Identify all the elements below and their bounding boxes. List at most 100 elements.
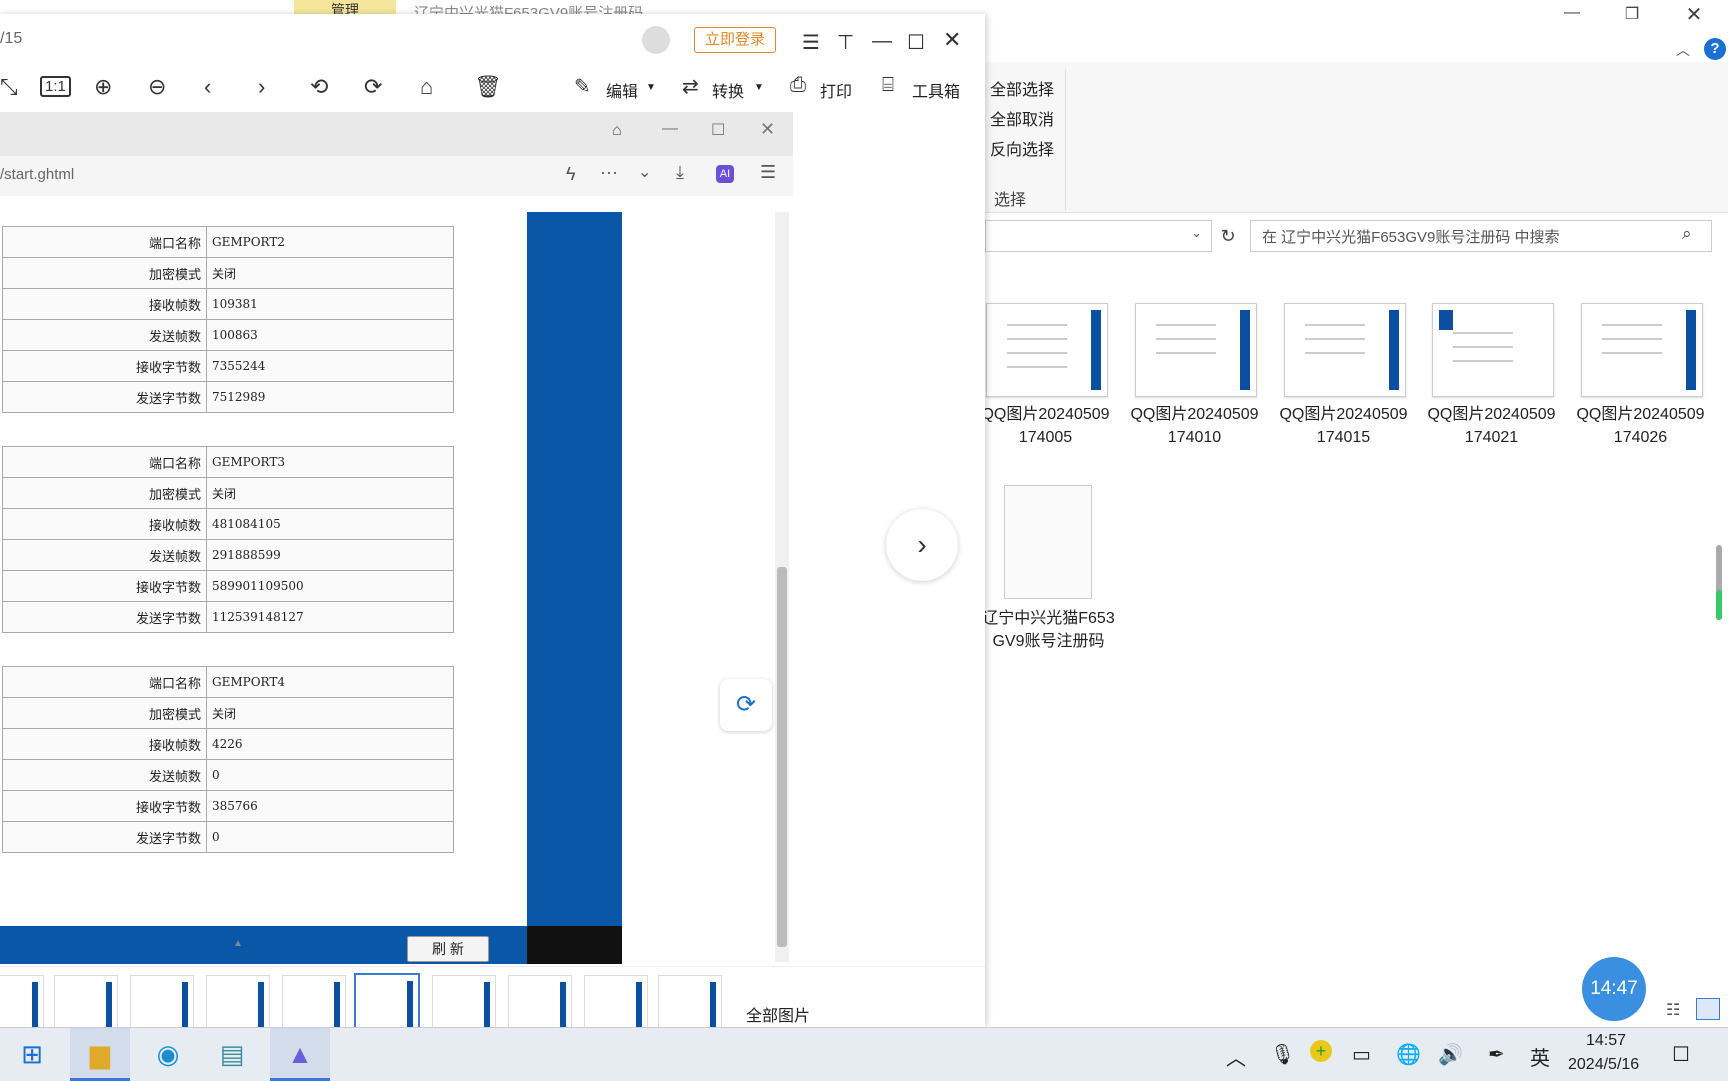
displayed-image: ⌂ — ☐ ✕ /start.ghtml ϟ ··· ⌄ ⤓ AI ☰ 端口名称…	[0, 112, 793, 964]
file-item[interactable]: QQ图片20240509174015	[1279, 303, 1419, 446]
zoom-out-icon[interactable]: ⊖	[148, 74, 166, 100]
minimize-icon[interactable]: —	[1552, 4, 1592, 22]
film-thumbnail[interactable]	[584, 975, 648, 1035]
browser-scroll-thumb	[777, 567, 787, 947]
microphone-icon[interactable]: 🎙	[1270, 1042, 1295, 1067]
file-name: QQ图片20240509174010	[1130, 406, 1259, 446]
menu-icon[interactable]: ☰	[802, 30, 820, 55]
film-thumbnail[interactable]	[54, 975, 118, 1035]
convert-icon: ⇄	[682, 76, 699, 98]
actual-size-icon[interactable]: 1:1	[40, 76, 71, 97]
print-icon: ⎙	[790, 74, 806, 96]
search-icon: ⌕	[1682, 224, 1692, 243]
file-explorer-icon[interactable]: ▆	[70, 1028, 130, 1081]
select-none-button[interactable]: 全部取消	[990, 106, 1054, 130]
help-icon[interactable]: ?	[1704, 38, 1726, 60]
download-icon: ⤓	[676, 162, 684, 182]
notification-icon[interactable]: ☐	[1672, 1042, 1690, 1067]
collapse-ribbon-icon[interactable]: ︿	[1676, 40, 1690, 60]
browser-url: /start.ghtml	[0, 166, 75, 183]
address-bar[interactable]: ⌄	[985, 220, 1212, 252]
plus-icon[interactable]: +	[1310, 1040, 1332, 1062]
ribbon-group-label: 选择	[994, 192, 1027, 209]
film-thumbnail[interactable]	[130, 975, 194, 1035]
file-item[interactable]: QQ图片20240509174005	[981, 303, 1121, 446]
lightning-icon: ϟ	[566, 164, 576, 184]
film-thumbnail[interactable]	[206, 975, 270, 1035]
search-input[interactable]: 在 辽宁中兴光猫F653GV9账号注册码 中搜索	[1262, 226, 1560, 247]
file-item[interactable]: 辽宁中兴光猫F653GV9账号注册码	[982, 485, 1121, 650]
minimize-icon[interactable]: —	[872, 30, 892, 53]
rotate-right-icon[interactable]: ⟳	[364, 74, 382, 100]
login-button[interactable]: 立即登录	[694, 27, 776, 53]
file-name: QQ图片20240509174005	[981, 406, 1110, 446]
print-button[interactable]: 打印	[820, 78, 852, 102]
close-icon[interactable]: ✕	[1674, 2, 1714, 27]
film-thumbnail[interactable]	[0, 975, 44, 1035]
chevron-down-icon[interactable]: ▼	[646, 82, 656, 93]
next-icon[interactable]: ›	[258, 74, 265, 100]
file-name: QQ图片20240509174015	[1279, 406, 1408, 446]
volume-icon[interactable]: 🔊	[1438, 1042, 1463, 1067]
image-thumbnail	[1284, 303, 1406, 397]
chevron-down-icon[interactable]: ▼	[754, 82, 764, 93]
file-item[interactable]: QQ图片20240509174010	[1130, 303, 1270, 446]
document-icon	[1004, 485, 1092, 599]
more-icon: ···	[600, 162, 618, 182]
maximize-icon[interactable]: ☐	[907, 30, 925, 55]
edge-icon[interactable]: ◉	[138, 1028, 198, 1081]
refresh-icon[interactable]: ↻	[1214, 222, 1242, 250]
file-item[interactable]: QQ图片20240509174026	[1576, 303, 1716, 446]
pin-icon[interactable]: ⊤	[837, 30, 854, 55]
film-thumbnail-selected[interactable]	[354, 973, 420, 1035]
shirt-icon: ⌂	[612, 122, 622, 139]
pen-icon[interactable]: ✒	[1488, 1042, 1505, 1067]
floating-clock[interactable]: 14:47	[1582, 957, 1646, 1021]
close-icon[interactable]: ✕	[943, 27, 961, 53]
film-thumbnail[interactable]	[432, 975, 496, 1035]
rotate-left-icon[interactable]: ⟲	[310, 74, 328, 100]
file-item[interactable]: QQ图片20240509174021	[1427, 303, 1567, 446]
browser-urlbar: /start.ghtml ϟ ··· ⌄ ⤓ AI ☰	[0, 156, 793, 196]
port-table: 端口名称 GEMPORT2 加密模式 关闭 接收帧数 109381 发送帧数 10086…	[2, 226, 454, 413]
edit-icon: ✎	[574, 76, 591, 98]
file-name: QQ图片20240509174026	[1576, 406, 1705, 446]
restore-icon[interactable]: ❐	[1612, 4, 1652, 24]
clock-time[interactable]: 14:57	[1586, 1032, 1626, 1050]
zoom-in-icon[interactable]: ⊕	[94, 74, 112, 100]
select-all-button[interactable]: 全部选择	[990, 76, 1054, 100]
chevron-down-icon[interactable]: ⌄	[1191, 225, 1202, 241]
details-view-icon[interactable]: ☷	[1666, 1000, 1680, 1020]
film-thumbnail[interactable]	[658, 975, 722, 1035]
notepad-icon[interactable]: ▤	[202, 1028, 262, 1081]
next-image-button[interactable]: ›	[886, 509, 958, 581]
ime-indicator[interactable]: 英	[1530, 1042, 1550, 1071]
thumbnail-view-icon[interactable]	[1696, 998, 1720, 1020]
minimize-icon: —	[662, 120, 678, 137]
mouse-icon[interactable]: ⌂	[420, 74, 433, 100]
scroll-progress	[1716, 590, 1722, 620]
toolbox-button[interactable]: 工具箱	[912, 78, 960, 102]
chevron-up-icon[interactable]: ︿	[1226, 1042, 1246, 1071]
battery-icon[interactable]: ▭	[1352, 1042, 1371, 1067]
fit-screen-icon[interactable]: ⤡	[0, 74, 18, 100]
all-images-link[interactable]: 全部图片	[746, 1002, 810, 1026]
clock-date[interactable]: 2024/5/16	[1568, 1056, 1639, 1074]
expand-strip-icon[interactable]: ▲	[233, 938, 243, 949]
avatar[interactable]	[642, 26, 670, 54]
network-icon[interactable]: 🌐	[1396, 1042, 1421, 1067]
image-thumbnail	[986, 303, 1108, 397]
translate-icon[interactable]: ⟳	[720, 679, 772, 731]
browser-titlebar: ⌂ — ☐ ✕	[0, 112, 793, 156]
edit-button[interactable]: 编辑	[606, 78, 638, 102]
delete-icon[interactable]: 🗑	[474, 74, 502, 100]
convert-button[interactable]: 转换	[712, 78, 744, 102]
film-thumbnail[interactable]	[282, 975, 346, 1035]
previous-icon[interactable]: ‹	[204, 74, 211, 100]
film-thumbnail[interactable]	[508, 975, 572, 1035]
photos-icon[interactable]: ▲	[270, 1028, 330, 1081]
invert-selection-button[interactable]: 反向选择	[990, 136, 1054, 160]
black-block	[527, 926, 622, 964]
refresh-button: 刷 新	[407, 936, 489, 962]
start-icon[interactable]: ⊞	[2, 1028, 62, 1081]
